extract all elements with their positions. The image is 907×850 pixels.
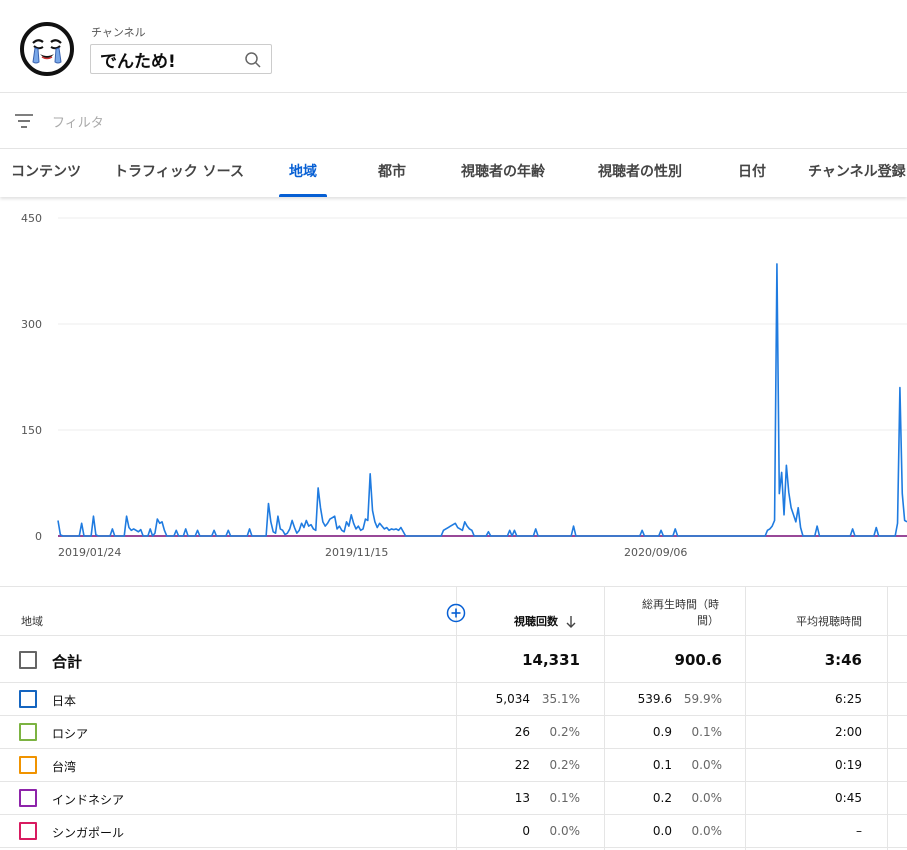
row-avg-duration: 2:00	[835, 725, 862, 739]
row-checkbox[interactable]	[19, 723, 37, 741]
tab-geography[interactable]: 地域	[272, 149, 334, 197]
row-watch-time: 0.9	[652, 725, 672, 739]
row-name: シンガポール	[52, 826, 125, 840]
y-tick-label: 150	[21, 424, 42, 437]
filter-icon[interactable]	[14, 112, 34, 130]
tab-content[interactable]: コンテンツ	[0, 149, 92, 197]
y-tick-label: 0	[35, 530, 42, 543]
total-views: 14,331	[522, 651, 580, 669]
row-views-pct: 35.1%	[541, 692, 580, 706]
column-header-avg-duration[interactable]: 平均視聴時間	[752, 614, 862, 630]
series-line-main	[57, 263, 907, 537]
channel-label: チャンネル	[91, 26, 146, 39]
row-checkbox[interactable]	[19, 789, 37, 807]
row-avg-duration: 0:45	[835, 791, 862, 805]
row-views: 22	[514, 758, 530, 772]
row-views: 13	[514, 791, 530, 805]
sort-down-icon[interactable]	[565, 615, 577, 629]
row-avg-duration: 0:19	[835, 758, 862, 772]
x-tick-label: 2020/09/06	[624, 546, 687, 559]
y-tick-label: 450	[21, 212, 42, 225]
row-watch-time: 539.6	[637, 692, 672, 706]
tab-date[interactable]: 日付	[722, 149, 782, 197]
tab-viewer-age[interactable]: 視聴者の年齢	[447, 149, 559, 197]
tab-viewer-gender[interactable]: 視聴者の性別	[584, 149, 696, 197]
row-watch-time: 0.0	[652, 824, 672, 838]
crying-face-icon	[32, 39, 62, 64]
column-header-watch-time[interactable]: 総再生時間（時 間）	[612, 597, 719, 629]
table-row: インドネシア 13 0.1% 0.2 0.0% 0:45	[0, 782, 907, 815]
row-watch-time: 0.1	[652, 758, 672, 772]
tab-cities[interactable]: 都市	[362, 149, 422, 197]
views-chart: 450 300 150 0 2019/01/24 2019/11/15 2020/09/0…	[0, 197, 907, 569]
channel-search-input[interactable]	[100, 48, 240, 70]
row-views: 26	[514, 725, 530, 739]
row-name: 台湾	[52, 760, 77, 774]
column-header-region[interactable]: 地域	[21, 614, 43, 630]
row-name: 日本	[52, 694, 77, 708]
table-row-total: 合計 14,331 900.6 3:46	[0, 636, 907, 683]
filter-input[interactable]: フィルタ	[52, 112, 104, 131]
line-chart: 450 300 150 0 2019/01/24 2019/11/15 2020/09/0…	[21, 212, 907, 559]
filter-bar: フィルタ	[0, 93, 907, 149]
x-tick-label: 2019/11/15	[325, 546, 388, 559]
row-watch-time-pct: 0.1%	[691, 725, 723, 739]
row-views: 0	[522, 824, 530, 838]
y-tick-label: 300	[21, 318, 42, 331]
row-views-pct: 0.1%	[549, 791, 581, 805]
row-views-pct: 0.0%	[549, 824, 581, 838]
row-watch-time-pct: 0.0%	[691, 791, 723, 805]
total-watch-time: 900.6	[674, 651, 722, 669]
row-watch-time-pct: 59.9%	[683, 692, 722, 706]
tab-subscription[interactable]: チャンネル登録	[808, 149, 907, 197]
table-row: 台湾 22 0.2% 0.1 0.0% 0:19	[0, 749, 907, 782]
x-tick-label: 2019/01/24	[58, 546, 121, 559]
column-header-views[interactable]: 視聴回数	[480, 614, 558, 630]
row-watch-time-pct: 0.0%	[691, 758, 723, 772]
table-row: シンガポール 0 0.0% 0.0 0.0% –	[0, 815, 907, 848]
row-checkbox[interactable]	[19, 822, 37, 840]
row-avg-duration: –	[856, 824, 862, 838]
report-tabs: コンテンツ トラフィック ソース 地域 都市 視聴者の年齢 視聴者の性別 日付 …	[0, 149, 907, 197]
channel-avatar[interactable]	[20, 22, 74, 76]
row-watch-time-pct: 0.0%	[691, 824, 723, 838]
row-checkbox[interactable]	[19, 756, 37, 774]
total-avg-duration: 3:46	[824, 651, 862, 669]
table-row: 日本 5,034 35.1% 539.6 59.9% 6:25	[0, 683, 907, 716]
table-header: 地域 視聴回数 総再生時間（時 間） 平均視聴時間	[0, 587, 907, 636]
select-all-checkbox[interactable]	[19, 651, 37, 669]
row-watch-time: 0.2	[652, 791, 672, 805]
row-name: インドネシア	[52, 793, 125, 807]
row-name: 合計	[52, 653, 83, 671]
row-avg-duration: 6:25	[835, 692, 862, 706]
row-name: ロシア	[52, 727, 89, 741]
row-views-pct: 0.2%	[549, 758, 581, 772]
tab-traffic-source[interactable]: トラフィック ソース	[110, 149, 248, 197]
search-icon[interactable]	[244, 51, 262, 69]
add-metric-icon[interactable]	[446, 603, 466, 623]
row-checkbox[interactable]	[19, 690, 37, 708]
geography-table: 地域 視聴回数 総再生時間（時 間） 平均視聴時間 合計 14,331 900.…	[0, 586, 907, 850]
channel-header: チャンネル	[0, 0, 907, 93]
row-views: 5,034	[495, 692, 530, 706]
table-row: ロシア 26 0.2% 0.9 0.1% 2:00	[0, 716, 907, 749]
channel-search-box[interactable]	[90, 44, 272, 74]
row-views-pct: 0.2%	[549, 725, 581, 739]
